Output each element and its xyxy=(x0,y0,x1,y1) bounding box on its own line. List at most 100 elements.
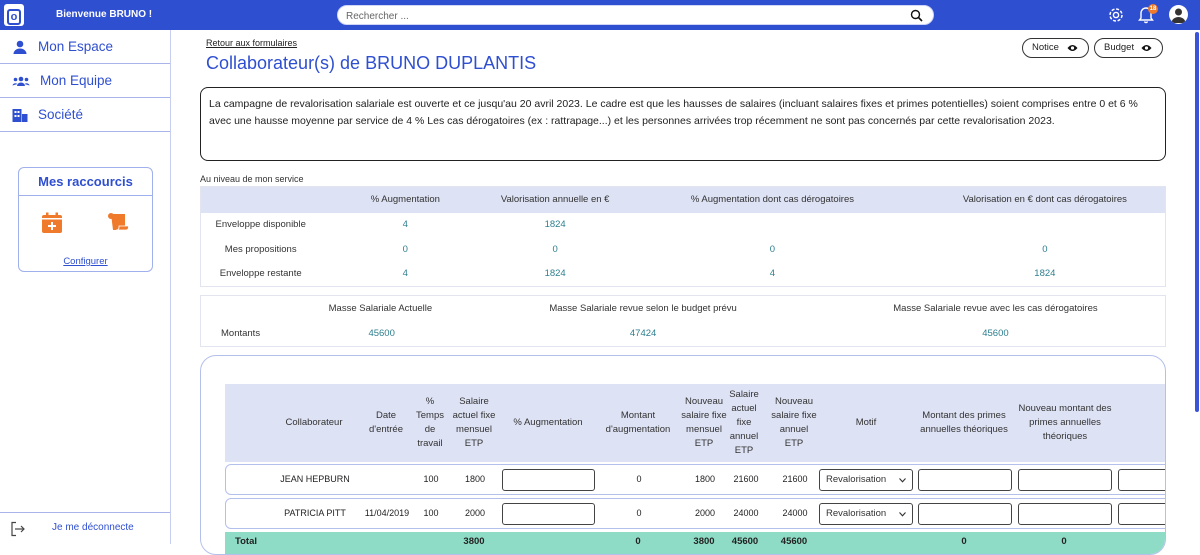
nouveau-primes-input[interactable] xyxy=(1018,503,1112,525)
total-label: Total xyxy=(235,536,257,547)
calendar-add-icon[interactable] xyxy=(41,212,63,234)
table-cell: 45600 xyxy=(368,328,395,340)
salaire-mensuel: 2000 xyxy=(464,508,486,518)
total-primes: 0 xyxy=(961,536,967,547)
employees-table-header: Collaborateur Date d'entrée % Temps de t… xyxy=(225,384,1165,462)
table-row: PATRICIA PITT 11/04/2019 100 2000 0 2000… xyxy=(225,498,1165,529)
extra-input[interactable] xyxy=(1118,503,1165,525)
table-row: Mes propositions 0 0 0 0 xyxy=(201,237,1166,262)
nouveau-salaire-mensuel: 2000 xyxy=(694,508,716,518)
column-header: Salaire actuel fixe annuel ETP xyxy=(729,389,759,456)
sidebar-item-mon-equipe[interactable]: Mon Equipe xyxy=(0,64,170,98)
table-cell: 4 xyxy=(402,219,408,231)
table-header: Valorisation en € dont cas dérogatoires xyxy=(924,186,1166,213)
montant-augmentation: 0 xyxy=(636,508,642,518)
shortcuts-panel: Mes raccourcis Configurer xyxy=(18,167,153,272)
column-header: % Augmentation xyxy=(513,417,583,428)
logout-button[interactable]: Je me déconnecte xyxy=(0,512,170,544)
eye-icon xyxy=(1141,45,1152,51)
table-row: Enveloppe disponible 4 1824 xyxy=(201,213,1166,238)
motif-value: Revalorisation xyxy=(826,508,887,519)
campaign-info-box: La campagne de revalorisation salariale … xyxy=(200,87,1166,161)
shortcuts-title: Mes raccourcis xyxy=(19,174,152,196)
table-cell: 45600 xyxy=(982,328,1009,340)
chevron-down-icon xyxy=(899,512,906,517)
row-label: Enveloppe disponible xyxy=(215,219,306,231)
service-summary-table: % Augmentation Valorisation annuelle en … xyxy=(200,186,1166,287)
temps-travail: 100 xyxy=(423,474,439,484)
building-icon xyxy=(12,108,28,122)
search-input[interactable] xyxy=(346,7,906,26)
primes-input[interactable] xyxy=(918,503,1012,525)
app-logo[interactable]: o xyxy=(4,4,24,26)
total-nouveau-primes: 0 xyxy=(1061,536,1067,547)
augmentation-input[interactable] xyxy=(502,469,595,491)
row-label: Enveloppe restante xyxy=(219,268,302,279)
total-nouveau-mensuel: 3800 xyxy=(693,536,715,547)
service-section-label: Au niveau de mon service xyxy=(200,174,304,184)
table-header-row: % Augmentation Valorisation annuelle en … xyxy=(200,186,1166,213)
motif-select[interactable]: Revalorisation xyxy=(819,503,913,525)
table-header: Masse Salariale Actuelle xyxy=(300,295,461,322)
masse-salariale-table: Masse Salariale Actuelle Masse Salariale… xyxy=(200,295,1166,347)
extra-input[interactable] xyxy=(1118,469,1165,491)
table-cell: 0 xyxy=(769,243,776,255)
table-header: % Augmentation xyxy=(320,186,491,213)
collaborateur-name: PATRICIA PITT xyxy=(284,508,346,518)
table-cell: 0 xyxy=(402,243,408,255)
table-cell xyxy=(925,213,1166,238)
budget-button[interactable]: Budget xyxy=(1094,38,1163,58)
table-cell: 1824 xyxy=(544,219,566,231)
row-label: Montants xyxy=(221,328,261,340)
table-row: Montants 45600 47424 45600 xyxy=(201,322,1166,347)
table-cell: 1824 xyxy=(544,268,566,279)
date-entree: 11/04/2019 xyxy=(364,508,410,518)
nouveau-salaire-annuel: 21600 xyxy=(782,474,808,484)
logout-label: Je me déconnecte xyxy=(52,522,134,533)
temps-travail: 100 xyxy=(423,508,439,518)
column-header: Date d'entrée xyxy=(368,410,404,435)
primes-input[interactable] xyxy=(918,469,1012,491)
augmentation-input[interactable] xyxy=(502,503,595,525)
table-cell: 1824 xyxy=(1034,268,1056,279)
sidebar-item-label: Mon Equipe xyxy=(40,73,113,88)
row-label: Mes propositions xyxy=(224,243,297,255)
total-salaire: 3800 xyxy=(463,536,485,547)
user-avatar-icon xyxy=(1171,8,1186,23)
nouveau-primes-input[interactable] xyxy=(1018,469,1112,491)
sidebar-item-label: Mon Espace xyxy=(38,39,114,54)
page-scrollbar[interactable] xyxy=(1195,32,1199,412)
motif-value: Revalorisation xyxy=(826,474,887,485)
search-bar[interactable] xyxy=(337,5,934,26)
back-to-forms-link[interactable]: Retour aux formulaires xyxy=(206,38,297,48)
motif-select[interactable]: Revalorisation xyxy=(819,469,913,491)
salaire-annuel: 21600 xyxy=(733,474,759,484)
table-header xyxy=(200,295,301,322)
sidebar-item-label: Société xyxy=(38,107,84,122)
notification-badge: 18 xyxy=(1148,4,1158,14)
total-nouveau-annuel: 45600 xyxy=(780,536,808,547)
table-header xyxy=(200,186,321,213)
avatar[interactable] xyxy=(1169,5,1188,24)
montant-augmentation: 0 xyxy=(636,474,642,484)
gear-icon[interactable] xyxy=(1107,6,1125,24)
column-header: Collaborateur xyxy=(285,417,343,428)
employees-card: Collaborateur Date d'entrée % Temps de t… xyxy=(200,355,1166,555)
salaire-annuel: 24000 xyxy=(733,508,759,518)
column-header: Salaire actuel fixe mensuel ETP xyxy=(452,396,496,449)
page-title: Collaborateur(s) de BRUNO DUPLANTIS xyxy=(206,53,537,73)
column-header: Motif xyxy=(855,417,877,428)
scroll-document-icon[interactable] xyxy=(107,212,129,232)
search-icon[interactable] xyxy=(910,9,923,22)
notice-label: Notice xyxy=(1032,42,1059,53)
sidebar-item-mon-espace[interactable]: Mon Espace xyxy=(0,30,170,64)
sidebar: Mon Espace Mon Equipe Société Mes raccou… xyxy=(0,30,171,544)
configure-shortcuts-link[interactable]: Configurer xyxy=(19,256,152,267)
column-header: Montant des primes annuelles théoriques xyxy=(920,410,1008,435)
logout-icon xyxy=(11,521,25,537)
column-header: Montant d'augmentation xyxy=(605,410,671,435)
table-header: % Augmentation dont cas dérogatoires xyxy=(620,186,925,213)
notice-button[interactable]: Notice xyxy=(1022,38,1089,58)
sidebar-item-societe[interactable]: Société xyxy=(0,98,170,132)
column-header: Nouveau salaire fixe mensuel ETP xyxy=(681,396,727,449)
